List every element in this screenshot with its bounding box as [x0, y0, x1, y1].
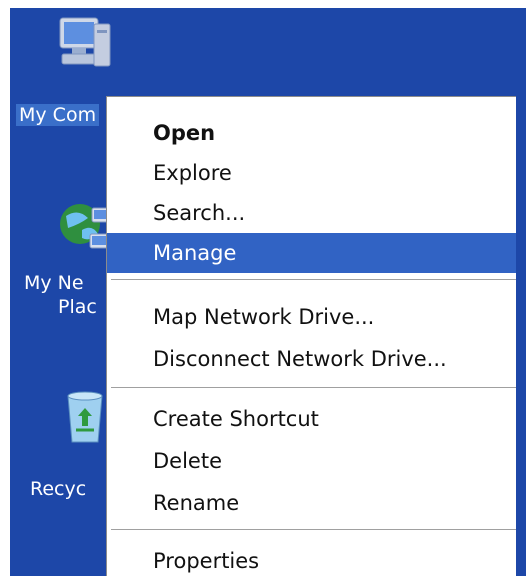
menu-separator — [111, 529, 526, 531]
menu-separator — [111, 387, 526, 389]
my-computer-icon[interactable] — [54, 14, 116, 76]
menu-item-explore[interactable]: Explore — [107, 153, 526, 193]
menu-separator — [111, 279, 526, 281]
network-places-label-line1[interactable]: My Ne — [24, 272, 84, 294]
menu-item-open[interactable]: Open — [107, 113, 526, 153]
desktop-edge — [516, 8, 526, 576]
menu-item-delete[interactable]: Delete — [107, 441, 526, 481]
my-computer-label[interactable]: My Com — [16, 104, 100, 126]
network-places-label-line2[interactable]: Plac — [58, 296, 97, 318]
menu-item-disconnect-network-drive[interactable]: Disconnect Network Drive... — [107, 339, 526, 379]
context-menu: Open Explore Search... Manage Map Networ… — [106, 96, 526, 576]
menu-item-properties[interactable]: Properties — [107, 541, 526, 576]
menu-item-rename[interactable]: Rename — [107, 483, 526, 523]
desktop: My Com My Ne Plac Recyc Open Explore Sea… — [10, 8, 526, 576]
menu-item-search[interactable]: Search... — [107, 193, 526, 233]
menu-item-map-network-drive[interactable]: Map Network Drive... — [107, 297, 526, 337]
recycle-bin-label[interactable]: Recyc — [30, 478, 86, 500]
menu-item-manage[interactable]: Manage — [107, 233, 526, 273]
menu-item-create-shortcut[interactable]: Create Shortcut — [107, 399, 526, 439]
